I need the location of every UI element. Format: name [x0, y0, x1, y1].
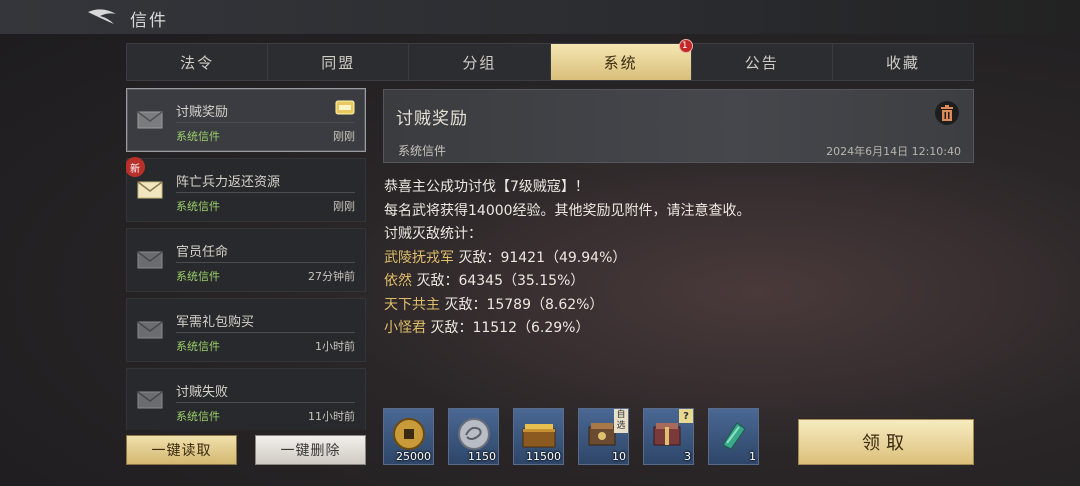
body-line: 每名武将获得14000经验。其他奖励见附件，请注意查收。 — [384, 202, 751, 219]
delete-all-button[interactable]: 一键删除 — [255, 435, 366, 465]
body-line: 讨贼灭敌统计： — [384, 226, 482, 242]
tab-label: 收藏 — [885, 53, 920, 72]
mail-time: 1小时前 — [315, 340, 355, 353]
mail-item[interactable]: 官员任命 系统信件 27分钟前 — [126, 228, 366, 292]
green-cone-icon — [722, 422, 746, 450]
tab-decree[interactable]: 法令 — [127, 44, 269, 80]
tab-announcement[interactable]: 公告 — [692, 44, 833, 80]
divider — [176, 122, 355, 123]
player-name: 小怪君 — [384, 320, 426, 336]
stat-row: 小怪君 灭敌：11512（6.29%） — [384, 317, 974, 341]
mail-time: 刚刚 — [333, 200, 355, 213]
attachment-chest-icon — [335, 100, 355, 115]
unread-badge: 1 — [678, 39, 693, 53]
opened-envelope-icon — [137, 111, 163, 129]
reward-item[interactable]: 1 — [708, 408, 759, 465]
mail-category: 系统信件 — [176, 130, 220, 143]
divider — [176, 332, 355, 333]
trash-icon[interactable] — [935, 101, 959, 125]
tab-alliance[interactable]: 同盟 — [268, 44, 410, 80]
mail-item[interactable]: 讨贼失败 系统信件 11小时前 — [126, 368, 366, 430]
reward-item[interactable]: 自选 10 — [578, 408, 629, 465]
detail-category: 系统信件 — [398, 144, 447, 158]
kill-stat: 灭敌：64345（35.15%） — [412, 273, 585, 289]
opened-envelope-icon — [137, 321, 163, 339]
mail-time: 11小时前 — [308, 410, 355, 423]
reward-qty: 1 — [749, 450, 756, 463]
reward-qty: 1150 — [468, 450, 496, 463]
tab-group[interactable]: 分组 — [409, 44, 551, 80]
kill-stat: 灭敌：11512（6.29%） — [426, 320, 590, 336]
claim-button[interactable]: 领取 — [798, 419, 974, 465]
mail-category: 系统信件 — [176, 410, 220, 423]
opened-envelope-icon — [137, 251, 163, 269]
mail-item[interactable]: 讨贼奖励 系统信件 刚刚 — [126, 88, 366, 152]
mail-time: 27分钟前 — [308, 270, 355, 283]
tab-label: 公告 — [744, 53, 779, 72]
mail-title: 讨贼失败 — [176, 385, 229, 400]
silver-dragon-coin-icon — [458, 418, 490, 450]
tab-label: 法令 — [180, 53, 215, 72]
envelope-icon — [137, 181, 163, 199]
copper-coin-icon — [393, 418, 425, 450]
reward-item[interactable]: 1150 — [448, 408, 499, 465]
gold-chest-icon — [522, 424, 556, 448]
player-name: 武陵抚戎军 — [384, 249, 454, 266]
tab-bar: 法令 同盟 分组 系统 1 公告 收藏 — [126, 39, 974, 81]
mail-list[interactable]: 讨贼奖励 系统信件 刚刚 新 阵亡兵力返还资源 系统信件 刚刚 官员任命 系统信… — [126, 88, 366, 430]
reward-attachments: 25000 1150 11500 自选 10 ? 3 1 — [383, 408, 759, 465]
mail-time: 刚刚 — [333, 130, 355, 143]
mail-category: 系统信件 — [176, 270, 220, 283]
mail-category: 系统信件 — [176, 200, 220, 213]
opened-envelope-icon — [137, 391, 163, 409]
divider — [176, 402, 355, 403]
reward-item[interactable]: ? 3 — [643, 408, 694, 465]
reward-qty: 10 — [612, 450, 626, 463]
mail-title: 官员任命 — [176, 245, 229, 260]
tab-label: 系统 — [603, 53, 638, 72]
top-bar: 信件 — [0, 0, 1080, 34]
tab-label: 分组 — [462, 53, 497, 72]
detail-title: 讨贼奖励 — [396, 109, 468, 129]
stat-row: 武陵抚戎军 灭敌：91421（49.94%） — [384, 247, 974, 271]
mail-body: 恭喜主公成功讨伐【7级贼寇】！ 每名武将获得14000经验。其他奖励见附件，请注… — [384, 176, 974, 341]
tab-favorites[interactable]: 收藏 — [833, 44, 973, 80]
kill-stat: 灭敌：91421（49.94%） — [454, 249, 627, 266]
mystery-tag: ? — [679, 409, 693, 423]
new-badge: 新 — [126, 157, 145, 177]
selectable-tag: 自选 — [614, 409, 628, 433]
divider — [176, 262, 355, 263]
tab-label: 同盟 — [321, 53, 356, 72]
reward-item[interactable]: 25000 — [383, 408, 434, 465]
page-title: 信件 — [130, 11, 168, 31]
player-name: 依然 — [384, 273, 412, 289]
mail-title: 军需礼包购买 — [176, 315, 255, 330]
kill-stat: 灭敌：15789（8.62%） — [440, 296, 604, 313]
back-arrow-icon[interactable] — [84, 6, 120, 28]
stat-row: 依然 灭敌：64345（35.15%） — [384, 270, 974, 294]
reward-item[interactable]: 11500 — [513, 408, 564, 465]
reward-qty: 3 — [684, 450, 691, 463]
read-all-button[interactable]: 一键读取 — [126, 435, 237, 465]
body-line: 恭喜主公成功讨伐【7级贼寇】！ — [384, 179, 589, 195]
mail-item[interactable]: 新 阵亡兵力返还资源 系统信件 刚刚 — [126, 157, 366, 222]
mail-category: 系统信件 — [176, 340, 220, 353]
mail-item[interactable]: 军需礼包购买 系统信件 1小时前 — [126, 298, 366, 362]
mail-title: 阵亡兵力返还资源 — [176, 175, 281, 190]
divider — [176, 192, 355, 193]
mail-detail-header: 讨贼奖励 系统信件 2024年6月14日 12:10:40 — [383, 89, 974, 163]
stat-row: 天下共主 灭敌：15789（8.62%） — [384, 294, 974, 318]
reward-qty: 25000 — [396, 450, 431, 463]
tab-system[interactable]: 系统 1 — [550, 39, 693, 80]
reward-qty: 11500 — [526, 450, 561, 463]
mail-title: 讨贼奖励 — [176, 105, 229, 120]
detail-date: 2024年6月14日 12:10:40 — [826, 145, 961, 158]
player-name: 天下共主 — [384, 296, 440, 313]
